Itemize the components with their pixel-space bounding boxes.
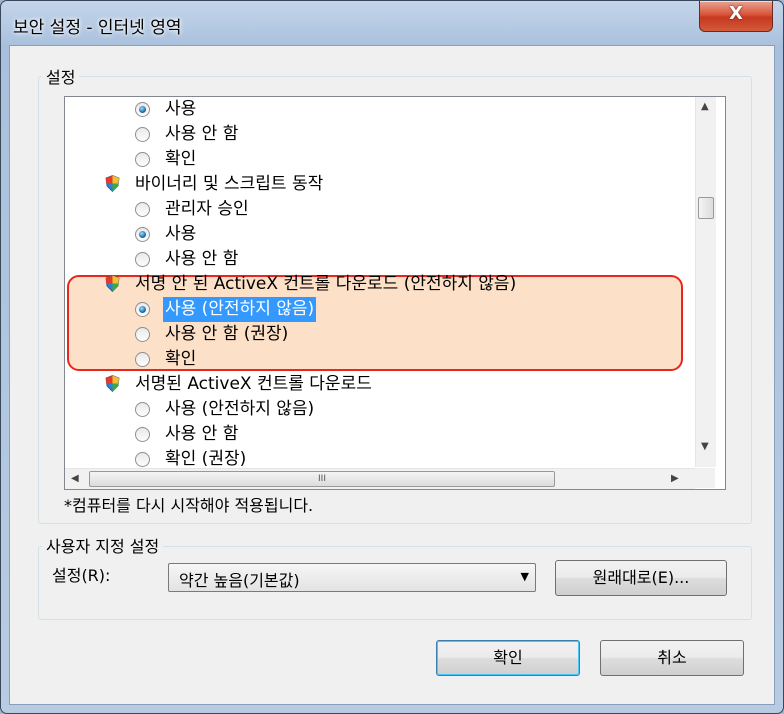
radio-checked-icon[interactable] — [135, 102, 150, 117]
settings-group-label: 설정 — [42, 64, 80, 88]
radio-unchecked-icon[interactable] — [135, 252, 150, 267]
category-label: 서명 안 된 ActiveX 컨트롤 다운로드 (안전하지 않음) — [135, 274, 517, 294]
option-label: 확인 (권장) — [165, 449, 247, 467]
option-label: 사용 안 함 — [165, 424, 239, 444]
option-label: 확인 — [165, 149, 197, 169]
chevron-down-icon: ▼ — [520, 570, 529, 583]
radio-unchecked-icon[interactable] — [135, 427, 150, 442]
category-label: 서명된 ActiveX 컨트롤 다운로드 — [135, 374, 372, 394]
window-title: 보안 설정 - 인터넷 영역 — [13, 18, 182, 38]
radio-unchecked-icon[interactable] — [135, 202, 150, 217]
option-label: 사용 (안전하지 않음) — [165, 399, 315, 419]
cancel-button[interactable]: 취소 — [600, 640, 744, 676]
horizontal-scrollbar[interactable]: ◀ III ▶ — [65, 468, 695, 489]
close-icon: X — [729, 3, 743, 24]
radio-unchecked-icon[interactable] — [135, 402, 150, 417]
category-label: 바이너리 및 스크립트 동작 — [135, 174, 324, 194]
security-level-dropdown[interactable]: 약간 높음(기본값) ▼ — [168, 563, 536, 592]
setting-level-label: 설정(R): — [52, 566, 111, 585]
reset-button[interactable]: 원래대로(E)... — [555, 560, 727, 596]
security-shield-icon — [105, 375, 120, 393]
option-label: 확인 — [165, 349, 197, 369]
radio-unchecked-icon[interactable] — [135, 452, 150, 467]
scroll-right-icon[interactable]: ▶ — [671, 473, 679, 484]
option-label: 관리자 승인 — [165, 199, 249, 219]
settings-tree-items: 사용 사용 안 함 확인 바이너리 및 스크립트 동작 관리자 승인 사용 사용 안 함 서명… — [65, 97, 695, 467]
option-label: 사용 안 함 — [165, 124, 239, 144]
scroll-down-icon[interactable]: ▼ — [701, 441, 709, 452]
dialog-body: 설정 사용 사용 안 함 확인 바이너리 및 스크립트 동작 관리자 승인 사용 사용 안 … — [9, 45, 775, 705]
vertical-scroll-thumb[interactable] — [698, 197, 714, 219]
settings-tree[interactable]: 사용 사용 안 함 확인 바이너리 및 스크립트 동작 관리자 승인 사용 사용 안 함 서명… — [64, 96, 726, 490]
security-shield-icon — [105, 175, 120, 193]
radio-checked-icon[interactable] — [135, 227, 150, 242]
scroll-left-icon[interactable]: ◀ — [71, 473, 79, 484]
scroll-grip-icon: III — [318, 474, 326, 484]
scrollbar-corner — [695, 468, 715, 488]
option-label: 사용 — [165, 99, 197, 119]
vertical-scrollbar[interactable]: ▲ ▼ — [695, 97, 716, 467]
custom-settings-group-label: 사용자 지정 설정 — [42, 533, 164, 557]
security-shield-icon — [105, 275, 120, 293]
radio-unchecked-icon[interactable] — [135, 127, 150, 142]
security-level-value: 약간 높음(기본값) — [179, 571, 300, 590]
radio-unchecked-icon[interactable] — [135, 352, 150, 367]
option-label: 사용 — [165, 224, 197, 244]
security-settings-window: 보안 설정 - 인터넷 영역 X 설정 사용 사용 안 함 확인 바이너리 및 스크립… — [0, 0, 784, 714]
close-button[interactable]: X — [699, 1, 773, 32]
option-label: 사용 안 함 (권장) — [165, 324, 289, 344]
title-bar[interactable]: 보안 설정 - 인터넷 영역 X — [1, 1, 783, 45]
radio-checked-icon[interactable] — [135, 302, 150, 317]
restart-note: *컴퓨터를 다시 시작해야 적용됩니다. — [64, 496, 314, 515]
option-label: 사용 안 함 — [165, 249, 239, 269]
radio-unchecked-icon[interactable] — [135, 327, 150, 342]
radio-unchecked-icon[interactable] — [135, 152, 150, 167]
scroll-up-icon[interactable]: ▲ — [701, 101, 709, 112]
ok-button[interactable]: 확인 — [436, 640, 580, 676]
option-label: 사용 (안전하지 않음) — [163, 297, 317, 322]
horizontal-scroll-thumb[interactable]: III — [89, 471, 555, 487]
